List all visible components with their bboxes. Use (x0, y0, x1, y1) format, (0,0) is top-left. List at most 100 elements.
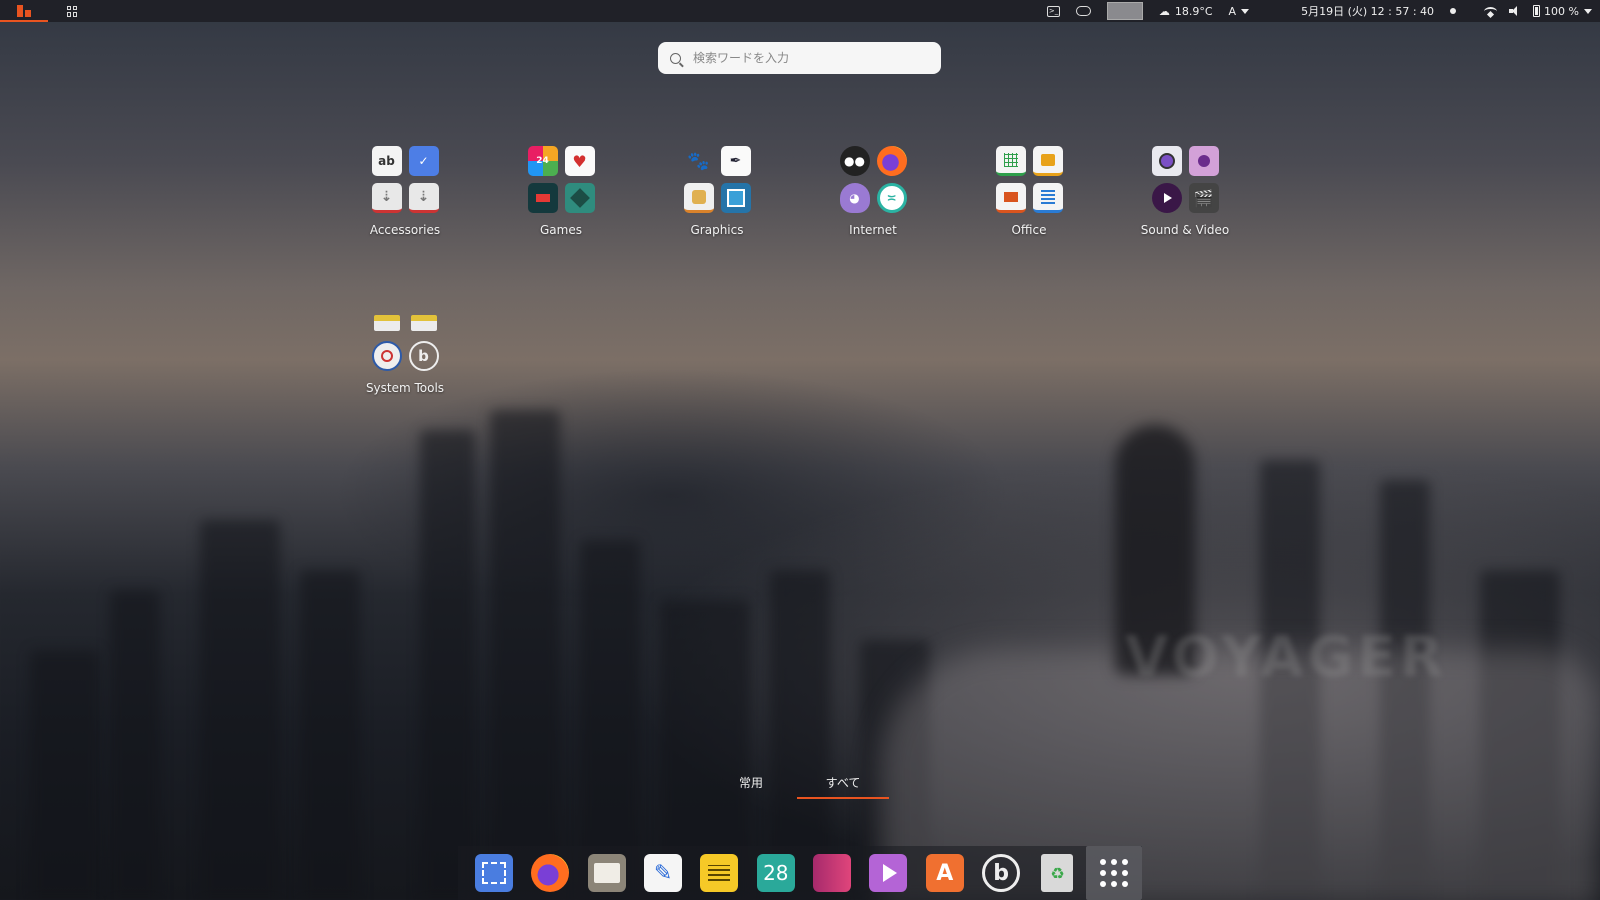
dock-software-center[interactable]: A (917, 846, 973, 900)
input-method-indicator[interactable]: A (1221, 0, 1258, 22)
2048-icon[interactable]: 24 (527, 146, 558, 176)
clapper-icon[interactable]: 🎬 (1188, 183, 1219, 213)
dock-firefox[interactable] (522, 846, 578, 900)
tab-all[interactable]: すべて (797, 774, 889, 799)
dock-screenshot[interactable] (466, 846, 522, 900)
notes-icon (700, 854, 739, 892)
folder-games[interactable]: 24 ♥ Games (501, 146, 621, 237)
screenshot-icon (475, 854, 514, 892)
weather-icon: ☁ (1158, 4, 1170, 18)
solitaire-icon[interactable]: ♥ (564, 146, 595, 176)
bitwarden-icon: b (982, 854, 1021, 892)
usb-creator-2-icon[interactable]: ⇣ (408, 183, 439, 213)
software-center-icon: A (925, 854, 964, 892)
terminal-indicator[interactable]: >_ (1039, 0, 1068, 22)
shotwell-icon[interactable] (720, 183, 751, 213)
trash-icon: ♻ (1041, 854, 1074, 892)
dock-bitwarden[interactable]: b (973, 846, 1029, 900)
folder-label: Office (1011, 223, 1047, 237)
window-thumbnail (1106, 2, 1143, 20)
text-editor-icon[interactable]: ab (371, 146, 402, 176)
inkscape-icon[interactable]: ✒ (720, 146, 751, 176)
gimp-icon[interactable]: 🐾 (684, 146, 714, 176)
battery-text: 100 % (1544, 4, 1579, 18)
dock-app-magenta[interactable] (804, 846, 860, 900)
todo-icon[interactable]: ✓ (408, 146, 439, 176)
bleachbit-icon[interactable] (372, 304, 402, 334)
weather-app-indicator[interactable] (1068, 0, 1099, 22)
tab-frequent[interactable]: 常用 (705, 774, 797, 799)
wifi-icon (1484, 6, 1498, 16)
show-apps-icon (1099, 859, 1128, 887)
writer-icon[interactable] (1032, 183, 1063, 213)
pidgin-owl-icon[interactable]: ●● (839, 146, 870, 176)
folder-system-tools[interactable]: b System Tools (345, 304, 465, 395)
impress-icon[interactable] (995, 183, 1026, 213)
window-preview-indicator[interactable] (1099, 0, 1151, 22)
search-input[interactable] (693, 51, 923, 65)
folder-graphics[interactable]: 🐾 ✒ Graphics (657, 146, 777, 237)
text-editor-icon: ✎ (644, 854, 683, 892)
search-box[interactable] (658, 42, 941, 74)
image-viewer-icon[interactable] (683, 183, 714, 213)
dock-show-apps[interactable] (1085, 846, 1142, 900)
bleachbit-root-icon[interactable] (409, 304, 439, 334)
app-icon (813, 854, 852, 892)
video-player-icon[interactable] (1151, 183, 1182, 213)
firefox-icon (531, 854, 570, 892)
folder-label: Graphics (690, 223, 744, 237)
webcam-icon[interactable] (1188, 146, 1219, 176)
battery-icon (1533, 5, 1541, 17)
firefox-icon[interactable] (876, 146, 907, 176)
folder-label: Games (540, 223, 582, 237)
pidgin-icon[interactable]: ◕ (839, 183, 870, 213)
dock: ✎ 28 A b ♻ (458, 846, 1142, 900)
dock-video[interactable] (860, 846, 916, 900)
folder-sound-video[interactable]: 🎬 Sound & Video (1125, 146, 1245, 237)
files-icon (587, 854, 626, 892)
workspaces-button[interactable] (48, 0, 96, 22)
dock-trash[interactable]: ♻ (1029, 846, 1085, 900)
chevron-down-icon (1241, 8, 1250, 14)
mahjongg-icon[interactable] (564, 183, 595, 213)
remmina-icon[interactable]: ≍ (876, 183, 907, 213)
dock-files[interactable] (579, 846, 635, 900)
folder-accessories[interactable]: ab ✓ ⇣ ⇣ Accessories (345, 146, 465, 237)
usb-creator-icon[interactable]: ⇣ (371, 183, 402, 213)
bitwarden-icon[interactable]: b (408, 341, 439, 371)
wallpaper: VOYAGER (0, 0, 1600, 900)
video-icon (869, 854, 908, 892)
disk-usage-icon[interactable] (371, 341, 402, 371)
dock-calendar[interactable]: 28 (748, 846, 804, 900)
calendar-icon: 28 (756, 854, 795, 892)
calc-icon[interactable] (995, 146, 1026, 176)
chevron-down-icon (1584, 8, 1592, 14)
input-method-text: A (1228, 4, 1237, 18)
clock[interactable]: 5月19日 (火) 12 : 57 : 40 (1293, 0, 1442, 22)
draw-icon[interactable] (1032, 146, 1063, 176)
dock-text-editor[interactable]: ✎ (635, 846, 691, 900)
temperature-text: 18.9°C (1174, 4, 1213, 18)
search-icon (670, 52, 681, 64)
folder-label: System Tools (365, 381, 445, 395)
workspaces-icon (66, 5, 78, 17)
folder-internet[interactable]: ●● ◕ ≍ Internet (813, 146, 933, 237)
app-menu-button[interactable] (0, 0, 48, 22)
launcher-logo-icon (17, 5, 31, 17)
view-tabs: 常用 すべて (705, 774, 889, 799)
system-menu[interactable]: 100 % (1464, 0, 1600, 22)
dock-notes[interactable] (691, 846, 747, 900)
terminal-icon: >_ (1046, 5, 1060, 17)
cloud-icon (1075, 6, 1091, 16)
folder-label: Internet (849, 223, 897, 237)
calendar-day: 28 (763, 861, 789, 885)
datetime-text: 5月19日 (火) 12 : 57 : 40 (1301, 5, 1435, 18)
notification-dot-icon (1450, 8, 1457, 14)
tetris-icon[interactable] (527, 183, 558, 213)
notification-indicator[interactable] (1442, 0, 1464, 22)
weather-indicator[interactable]: ☁ 18.9°C (1151, 0, 1221, 22)
folder-label: Accessories (369, 223, 441, 237)
folder-office[interactable]: Office (969, 146, 1089, 237)
folder-label: Sound & Video (1140, 223, 1230, 237)
cheese-icon[interactable] (1151, 146, 1182, 176)
